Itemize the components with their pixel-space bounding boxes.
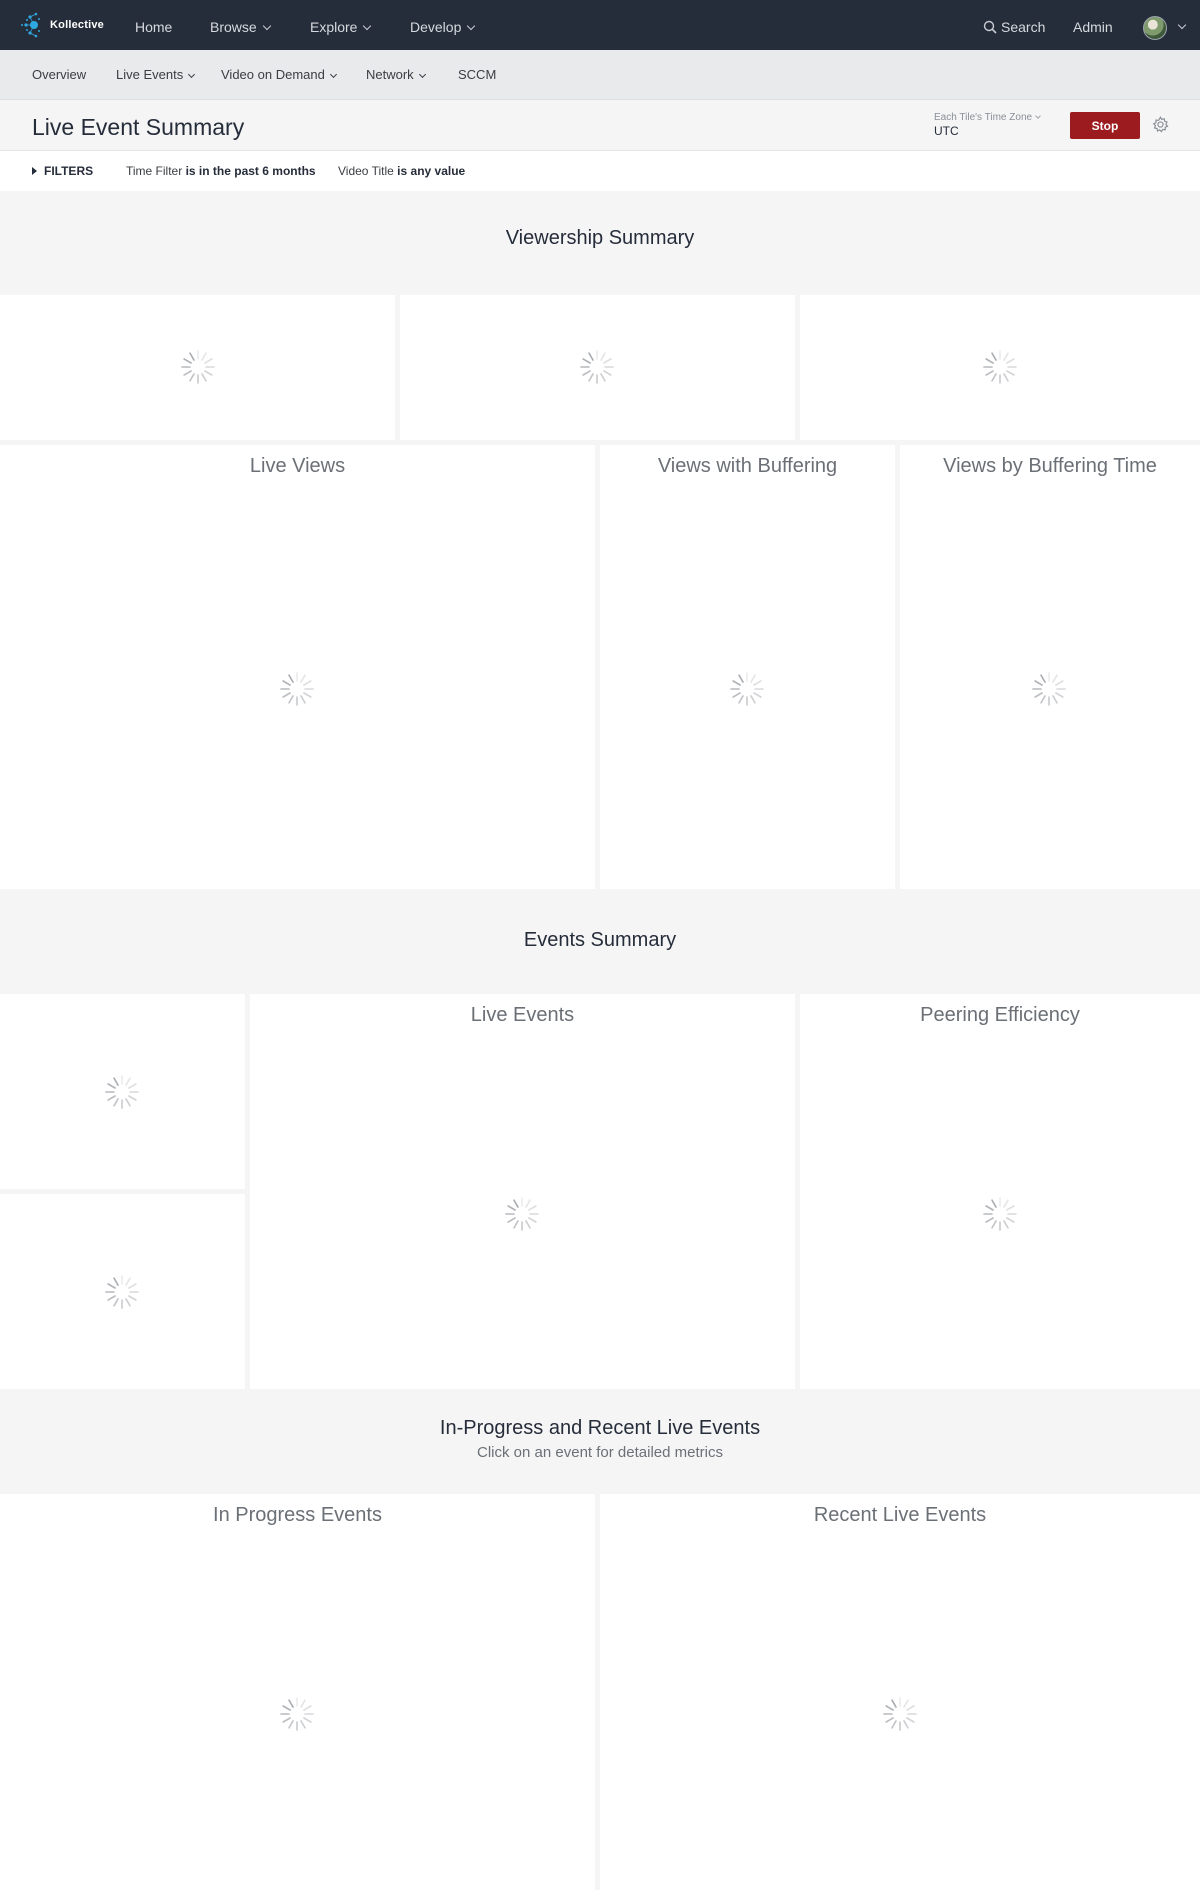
- subnav-video-on-demand[interactable]: Video on Demand: [221, 50, 337, 100]
- subnav-overview[interactable]: Overview: [32, 50, 86, 100]
- loading-spinner-icon: [1031, 671, 1067, 707]
- page-title: Live Event Summary: [32, 114, 245, 140]
- chevron-down-icon: [262, 21, 271, 31]
- chevron-down-icon: [467, 21, 476, 31]
- viewership-summary-section: Viewership Summary: [0, 191, 1200, 295]
- tile-peering-efficiency[interactable]: Peering Efficiency: [800, 994, 1200, 1389]
- nav-browse-label: Browse: [210, 19, 257, 35]
- tile-live-events[interactable]: Live Events: [250, 994, 795, 1389]
- nav-home-label: Home: [135, 19, 173, 35]
- loading-spinner-icon: [104, 1074, 140, 1110]
- kpi-tile-1[interactable]: [0, 295, 395, 440]
- subnav-sccm[interactable]: SCCM: [458, 50, 496, 100]
- subnav-video-on-demand-label: Video on Demand: [221, 67, 325, 82]
- loading-spinner-icon: [180, 349, 216, 385]
- tile-views-with-buffering[interactable]: Views with Buffering: [600, 445, 895, 889]
- chevron-down-icon[interactable]: [1177, 20, 1187, 30]
- subnav-network-label: Network: [366, 67, 414, 82]
- subnav-live-events[interactable]: Live Events: [116, 50, 196, 100]
- tile-title: Views by Buffering Time: [943, 455, 1157, 477]
- subnav-sccm-label: SCCM: [458, 67, 497, 82]
- loading-spinner-icon: [982, 1196, 1018, 1232]
- loading-spinner-icon: [504, 1196, 540, 1232]
- kpi-tile-events-2[interactable]: [0, 1194, 245, 1389]
- filter-video-title-name: Video Title: [338, 164, 394, 178]
- admin-label: Admin: [1073, 19, 1113, 35]
- tile-title: Views with Buffering: [657, 455, 838, 477]
- filter-video-title-condition: is any value: [397, 164, 466, 178]
- nav-explore[interactable]: Explore: [310, 0, 372, 50]
- dashboard-header: Live Event Summary Each Tile's Time Zone…: [0, 100, 1200, 151]
- loading-spinner-icon: [729, 671, 765, 707]
- search-button[interactable]: Search: [983, 0, 1045, 50]
- filters-toggle[interactable]: FILTERS: [32, 151, 93, 191]
- kollective-logo[interactable]: Kollective: [20, 10, 104, 40]
- tile-recent-live-events[interactable]: Recent Live Events: [600, 1494, 1200, 1890]
- chevron-down-icon: [1035, 113, 1041, 119]
- kpi-tile-events-1[interactable]: [0, 994, 245, 1189]
- kpi-tile-2[interactable]: [400, 295, 795, 440]
- tile-views-by-buffering-time[interactable]: Views by Buffering Time: [900, 445, 1200, 889]
- chevron-down-icon: [363, 21, 372, 31]
- timezone-label: Each Tile's Time Zone: [934, 112, 1033, 123]
- search-icon: [983, 20, 997, 34]
- search-label: Search: [1001, 19, 1046, 35]
- chevron-down-icon: [329, 70, 337, 79]
- tile-title: Peering Efficiency: [920, 1004, 1080, 1026]
- section-navigation-bar: Overview Live Events Video on Demand Net…: [0, 50, 1200, 100]
- loading-spinner-icon: [279, 1696, 315, 1732]
- nav-home[interactable]: Home: [135, 0, 172, 50]
- nav-develop[interactable]: Develop: [410, 0, 476, 50]
- filter-video-title[interactable]: Video Title is any value: [338, 151, 465, 191]
- filter-time-name: Time Filter: [126, 164, 183, 178]
- section-title: In-Progress and Recent Live Events: [439, 1417, 761, 1439]
- tile-title: Recent Live Events: [813, 1504, 987, 1526]
- user-avatar[interactable]: [1143, 16, 1167, 40]
- events-summary-section: Events Summary: [0, 889, 1200, 994]
- tile-in-progress-events[interactable]: In Progress Events: [0, 1494, 595, 1890]
- tile-title: Live Views: [249, 455, 346, 477]
- timezone-selector[interactable]: Each Tile's Time Zone: [934, 112, 1041, 123]
- caret-right-icon: [32, 167, 37, 175]
- loading-spinner-icon: [882, 1696, 918, 1732]
- admin-menu[interactable]: Admin: [1073, 0, 1113, 50]
- tile-live-views[interactable]: Live Views: [0, 445, 595, 889]
- chevron-down-icon: [418, 70, 426, 79]
- nav-develop-label: Develop: [410, 19, 462, 35]
- section-subtitle: Click on an event for detailed metrics: [477, 1444, 723, 1461]
- filters-label: FILTERS: [44, 164, 94, 178]
- recent-events-section: In-Progress and Recent Live Events Click…: [0, 1389, 1200, 1494]
- kollective-logo-icon: [21, 12, 40, 38]
- kpi-tile-3[interactable]: [800, 295, 1200, 440]
- section-title: Events Summary: [523, 929, 677, 951]
- filter-bar: FILTERS Time Filter is in the past 6 mon…: [0, 151, 1200, 191]
- top-navigation-bar: Kollective Home Browse Explore Develop S…: [0, 0, 1200, 50]
- chevron-down-icon: [188, 70, 196, 79]
- nav-explore-label: Explore: [310, 19, 358, 35]
- loading-spinner-icon: [279, 671, 315, 707]
- tile-title: In Progress Events: [213, 1504, 382, 1526]
- timezone-value[interactable]: UTC: [934, 124, 959, 138]
- gear-icon[interactable]: [1152, 116, 1169, 133]
- subnav-overview-label: Overview: [32, 67, 87, 82]
- filter-time-condition: is in the past 6 months: [185, 164, 316, 178]
- filter-time[interactable]: Time Filter is in the past 6 months: [126, 151, 316, 191]
- subnav-live-events-label: Live Events: [116, 67, 184, 82]
- tile-title: Live Events: [470, 1004, 575, 1026]
- section-title: Viewership Summary: [505, 227, 695, 249]
- subnav-network[interactable]: Network: [366, 50, 426, 100]
- brand-name: Kollective: [50, 19, 104, 31]
- loading-spinner-icon: [104, 1274, 140, 1310]
- loading-spinner-icon: [982, 349, 1018, 385]
- loading-spinner-icon: [579, 349, 615, 385]
- nav-browse[interactable]: Browse: [210, 0, 271, 50]
- stop-button[interactable]: Stop: [1070, 112, 1140, 139]
